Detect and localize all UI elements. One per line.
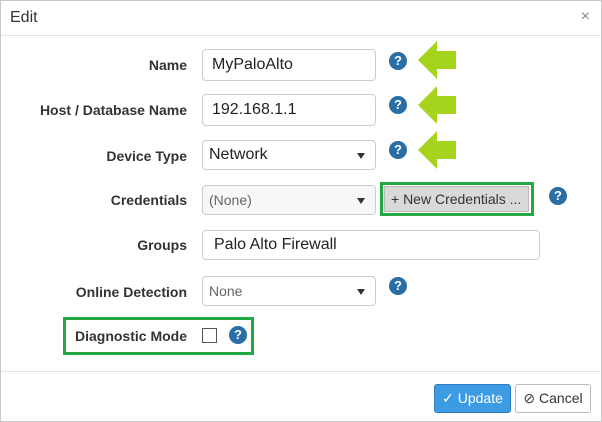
host-help-icon[interactable]: ?	[389, 96, 407, 114]
online-detection-label: Online Detection	[75, 284, 187, 300]
device-type-select[interactable]: Network	[202, 140, 376, 170]
diagnostic-help-icon[interactable]: ?	[229, 326, 247, 344]
cancel-button[interactable]: ⊘ Cancel	[515, 384, 591, 413]
groups-input[interactable]: Palo Alto Firewall	[202, 230, 540, 260]
online-detection-help-icon[interactable]: ?	[389, 277, 407, 295]
caret-down-icon	[357, 198, 365, 204]
device-type-label: Device Type	[106, 148, 187, 164]
cancel-label: Cancel	[539, 390, 583, 406]
diagnostic-mode-checkbox[interactable]	[202, 328, 217, 343]
host-label: Host / Database Name	[39, 102, 187, 118]
name-input[interactable]: MyPaloAlto	[202, 49, 376, 81]
name-help-icon[interactable]: ?	[389, 52, 407, 70]
host-input[interactable]: 192.168.1.1	[202, 94, 376, 126]
device-type-help-icon[interactable]: ?	[389, 141, 407, 159]
device-type-arrow-icon	[418, 131, 456, 169]
caret-down-icon	[357, 153, 365, 159]
diagnostic-mode-label: Diagnostic Mode	[74, 328, 187, 344]
credentials-select[interactable]: (None)	[202, 185, 376, 215]
new-credentials-button[interactable]: + New Credentials ...	[384, 186, 529, 212]
update-label: Update	[457, 390, 503, 406]
online-detection-value: None	[209, 283, 243, 299]
close-icon[interactable]: ×	[581, 9, 590, 25]
credentials-help-icon[interactable]: ?	[549, 187, 567, 205]
ban-icon: ⊘	[523, 390, 536, 406]
host-arrow-icon	[418, 86, 456, 124]
credentials-value: (None)	[209, 192, 252, 208]
name-arrow-icon	[418, 41, 456, 79]
device-type-value: Network	[209, 146, 268, 163]
update-button[interactable]: ✓ Update	[434, 384, 511, 413]
name-label: Name	[148, 57, 187, 73]
edit-dialog: Edit × Name MyPaloAlto ? Host / Database…	[0, 0, 602, 422]
groups-label: Groups	[137, 237, 187, 253]
credentials-label: Credentials	[110, 192, 187, 208]
online-detection-select[interactable]: None	[202, 276, 376, 306]
dialog-title: Edit	[10, 9, 38, 26]
caret-down-icon	[357, 289, 365, 295]
dialog-header: Edit ×	[1, 1, 601, 36]
check-icon: ✓	[442, 390, 454, 406]
dialog-footer	[1, 371, 601, 422]
